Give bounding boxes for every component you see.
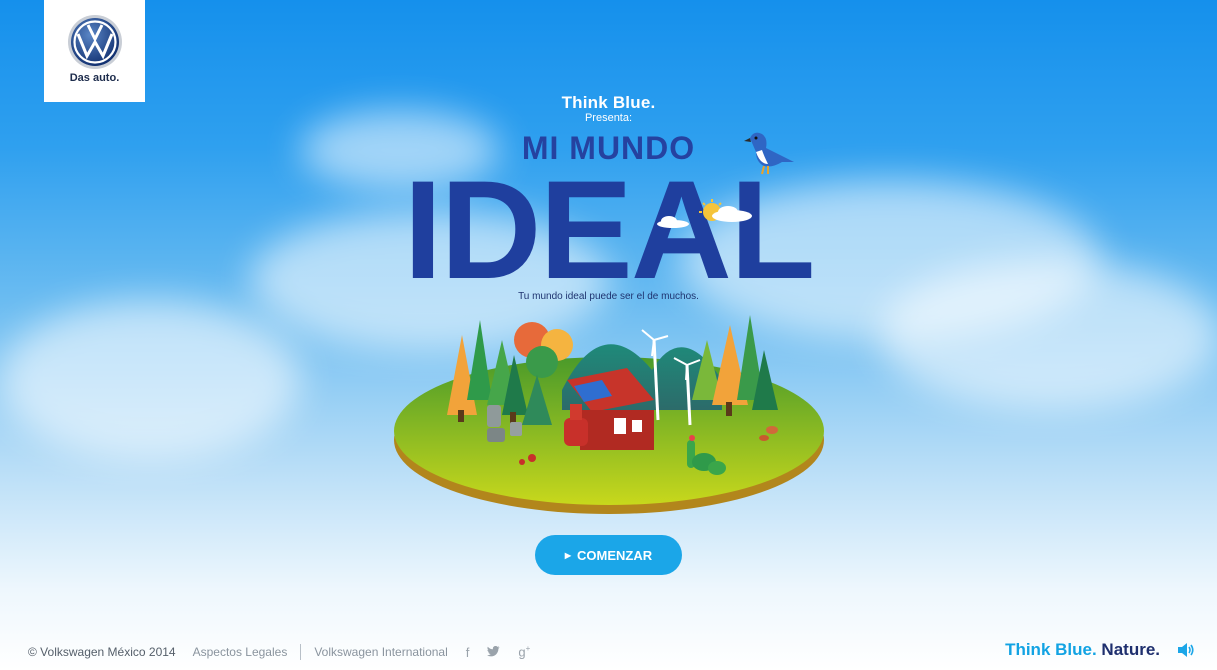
title-ideal: IDEAL (403, 151, 816, 308)
think-blue-footer: Think Blue. (1005, 640, 1097, 659)
bird-icon (744, 132, 794, 175)
comenzar-button[interactable]: ▶ COMENZAR (535, 535, 682, 575)
vw-logo-box[interactable]: Das auto. (44, 0, 145, 102)
google-plus-icon[interactable]: g+ (518, 644, 530, 659)
international-link[interactable]: Volkswagen International (314, 645, 447, 659)
sun-icon (699, 199, 752, 222)
nature-footer: Nature. (1101, 640, 1160, 659)
presenta-label: Presenta: (584, 112, 633, 124)
island-illustration (394, 315, 824, 514)
footer: © Volkswagen México 2014 Aspectos Legale… (28, 644, 530, 660)
divider (300, 644, 302, 660)
legal-link[interactable]: Aspectos Legales (193, 645, 288, 659)
facebook-icon[interactable]: f (466, 645, 470, 660)
twitter-icon[interactable] (487, 645, 500, 660)
cloud-icon (657, 216, 689, 228)
brand-tagline: Das auto. (69, 72, 120, 84)
cloud (0, 300, 300, 460)
play-icon: ▶ (564, 550, 572, 560)
think-blue-heading: Think Blue. (561, 93, 656, 112)
sound-icon[interactable] (1177, 642, 1195, 658)
vw-logo-icon (67, 15, 122, 69)
comenzar-label: COMENZAR (577, 547, 653, 563)
copyright: © Volkswagen México 2014 (28, 645, 176, 659)
think-blue-nature-logo: Think Blue. Nature. (1005, 640, 1160, 660)
